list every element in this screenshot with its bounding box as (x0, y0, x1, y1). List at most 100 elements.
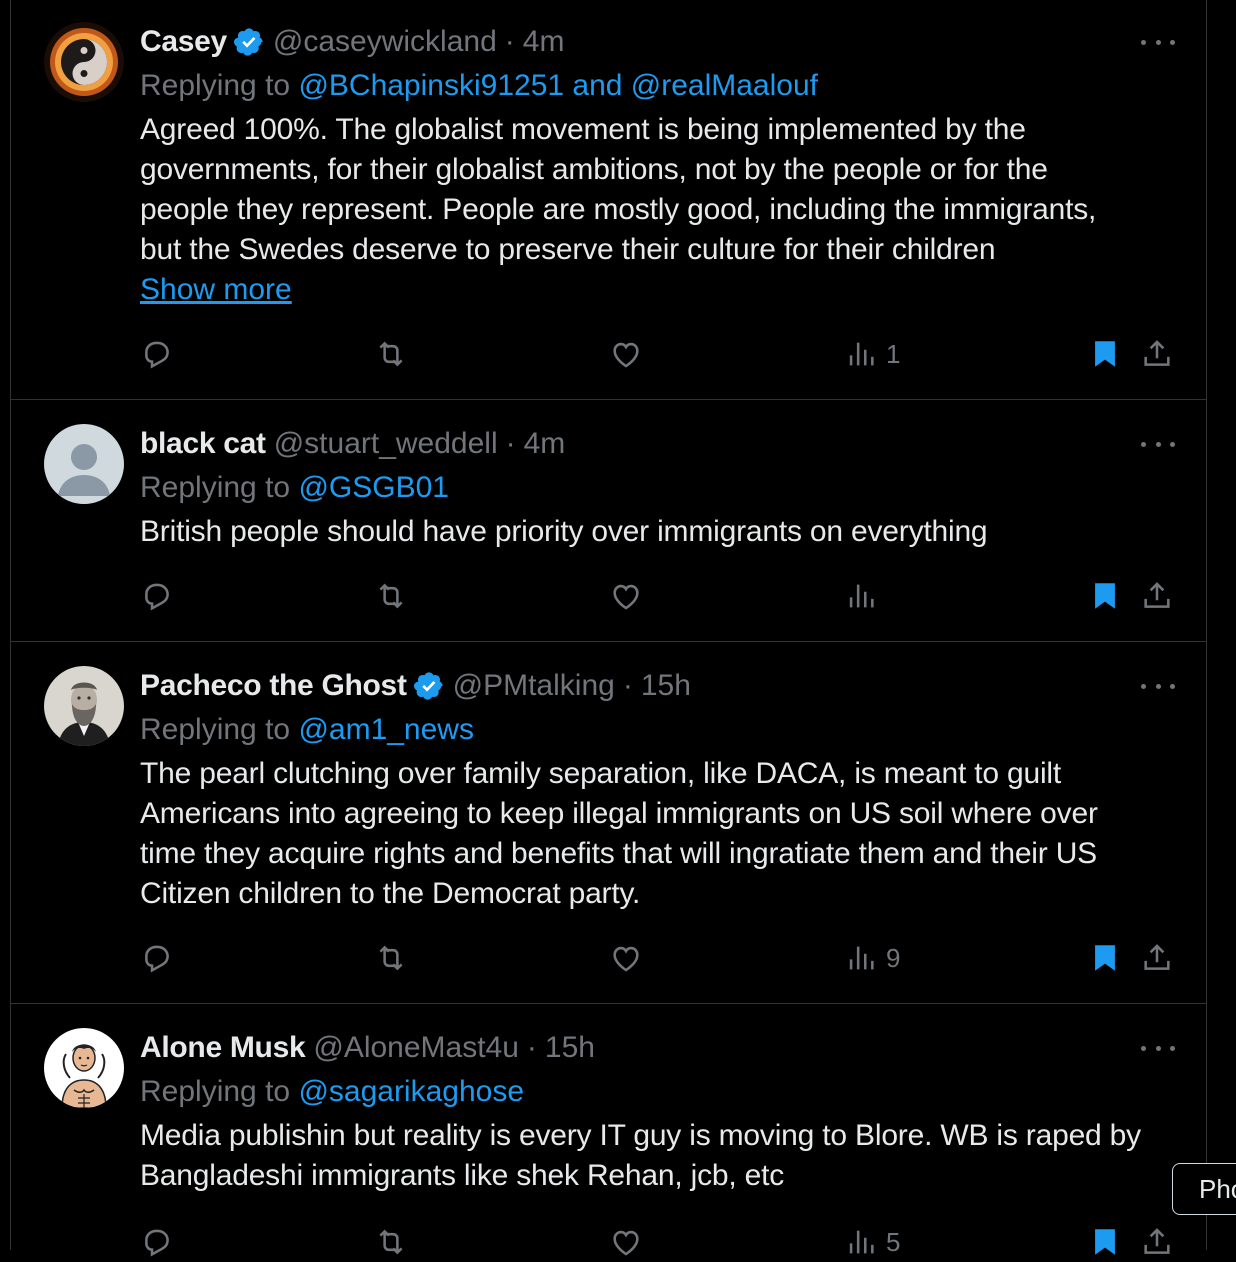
share-icon (1144, 340, 1170, 366)
verified-badge-icon[interactable] (233, 26, 265, 58)
display-name[interactable]: Alone Musk (140, 1028, 306, 1068)
tweet-text: Media publishin but reality is every IT … (140, 1119, 1141, 1192)
bookmark-button[interactable] (1088, 938, 1122, 978)
replying-to-prefix: Replying to (140, 1075, 299, 1108)
views-button[interactable]: 5 (844, 1222, 900, 1262)
separator-dot: · (504, 25, 515, 58)
user-handle[interactable]: @stuart_weddell (274, 424, 498, 464)
share-icon (1144, 944, 1170, 970)
views-chart-icon (849, 1230, 874, 1254)
reply-button[interactable] (140, 334, 174, 374)
replying-to-link[interactable]: @GSGB01 (298, 471, 449, 504)
reply-icon (145, 1229, 169, 1257)
views-chart-icon (849, 342, 874, 366)
display-name[interactable]: Pacheco the Ghost (140, 666, 407, 706)
heart-icon (613, 946, 639, 972)
bookmark-button[interactable] (1088, 1222, 1122, 1262)
reply-button[interactable] (140, 938, 174, 978)
user-handle[interactable]: @PMtalking (453, 666, 615, 706)
avatar[interactable] (44, 666, 124, 746)
repost-icon (379, 1229, 403, 1255)
reply-button[interactable] (140, 576, 174, 616)
tweet[interactable]: black cat @stuart_weddell · 4m Replying … (11, 400, 1207, 642)
replying-to-prefix: Replying to (140, 471, 299, 504)
heart-icon (613, 1230, 639, 1256)
reply-icon (145, 945, 169, 973)
views-button[interactable]: 1 (844, 334, 900, 374)
verified-badge-icon[interactable] (413, 670, 445, 702)
tweet-header: Alone Musk @AloneMast4u · 15h (140, 1028, 595, 1068)
repost-button[interactable] (374, 576, 408, 616)
avatar[interactable] (44, 424, 124, 504)
reply-button[interactable] (140, 1222, 174, 1262)
like-button[interactable] (609, 576, 643, 616)
repost-button[interactable] (374, 938, 408, 978)
like-button[interactable] (609, 938, 643, 978)
user-handle[interactable]: @caseywickland (273, 22, 497, 62)
avatar[interactable] (44, 22, 124, 102)
heart-icon (613, 584, 639, 610)
more-options-icon[interactable] (1141, 434, 1175, 454)
bookmark-button[interactable] (1088, 576, 1122, 616)
more-options-icon[interactable] (1141, 1038, 1175, 1058)
cartoon-muscle-man-avatar-icon (44, 1028, 124, 1108)
share-icon (1144, 582, 1170, 608)
reply-icon (145, 341, 169, 369)
like-button[interactable] (609, 1222, 643, 1262)
share-button[interactable] (1140, 1222, 1174, 1262)
replying-to-prefix: Replying to (140, 69, 299, 102)
tweet-text: British people should have priority over… (140, 515, 988, 548)
like-button[interactable] (609, 334, 643, 374)
more-options-icon[interactable] (1141, 32, 1175, 52)
replying-to-link[interactable]: @BChapinski91251 and @realMaalouf (298, 69, 818, 102)
replying-to: Replying to @GSGB01 (140, 468, 449, 508)
tweet[interactable]: Pacheco the Ghost @PMtalking · 15h Reply… (11, 642, 1207, 1004)
separator-dot: · (622, 669, 633, 702)
repost-icon (379, 583, 403, 609)
views-button[interactable]: 9 (844, 938, 900, 978)
heart-icon (613, 342, 639, 368)
replying-to-link[interactable]: @sagarikaghose (298, 1075, 524, 1108)
timestamp[interactable]: 4m (523, 22, 565, 62)
timeline-feed: Casey @caseywickland · 4m Replying to @B… (10, 0, 1207, 1257)
tweet-header: Pacheco the Ghost @PMtalking · 15h (140, 666, 691, 706)
bookmark-icon (1095, 1229, 1115, 1255)
separator-dot: · (526, 1031, 537, 1064)
more-options-icon[interactable] (1141, 676, 1175, 696)
share-button[interactable] (1140, 938, 1174, 978)
display-name[interactable]: Casey (140, 22, 227, 62)
views-button[interactable] (844, 576, 886, 616)
replying-to: Replying to @sagarikaghose (140, 1072, 524, 1112)
hover-tooltip: Pho (1172, 1163, 1236, 1215)
views-chart-icon (849, 946, 874, 970)
repost-button[interactable] (374, 1222, 408, 1262)
separator-dot: · (505, 427, 516, 460)
timestamp[interactable]: 15h (641, 666, 691, 706)
bookmark-icon (1095, 583, 1115, 609)
replying-to: Replying to @BChapinski91251 and @realMa… (140, 66, 818, 106)
tweet-text: Agreed 100%. The globalist movement is b… (140, 113, 1097, 266)
share-button[interactable] (1140, 576, 1174, 616)
replying-to-prefix: Replying to (140, 713, 299, 746)
timestamp[interactable]: 15h (545, 1028, 595, 1068)
tweet[interactable]: Alone Musk @AloneMast4u · 15h Replying t… (11, 1004, 1207, 1257)
default-user-avatar-icon (44, 424, 124, 504)
views-count: 9 (886, 942, 901, 973)
user-handle[interactable]: @AloneMast4u (313, 1028, 519, 1068)
replying-to: Replying to @am1_news (140, 710, 474, 750)
share-button[interactable] (1140, 334, 1174, 374)
bookmark-icon (1095, 945, 1115, 971)
bearded-man-portrait-avatar-icon (44, 666, 124, 746)
views-chart-icon (849, 584, 874, 608)
timestamp[interactable]: 4m (524, 424, 566, 464)
avatar[interactable] (44, 1028, 124, 1108)
views-count: 5 (886, 1226, 901, 1257)
tweet-actions: 5 (11, 1222, 1207, 1262)
repost-button[interactable] (374, 334, 408, 374)
replying-to-link[interactable]: @am1_news (298, 713, 474, 746)
yin-yang-fire-avatar-icon (44, 22, 124, 102)
tweet[interactable]: Casey @caseywickland · 4m Replying to @B… (11, 0, 1207, 400)
display-name[interactable]: black cat (140, 424, 266, 464)
show-more-link[interactable]: Show more (140, 270, 292, 310)
bookmark-button[interactable] (1088, 334, 1122, 374)
